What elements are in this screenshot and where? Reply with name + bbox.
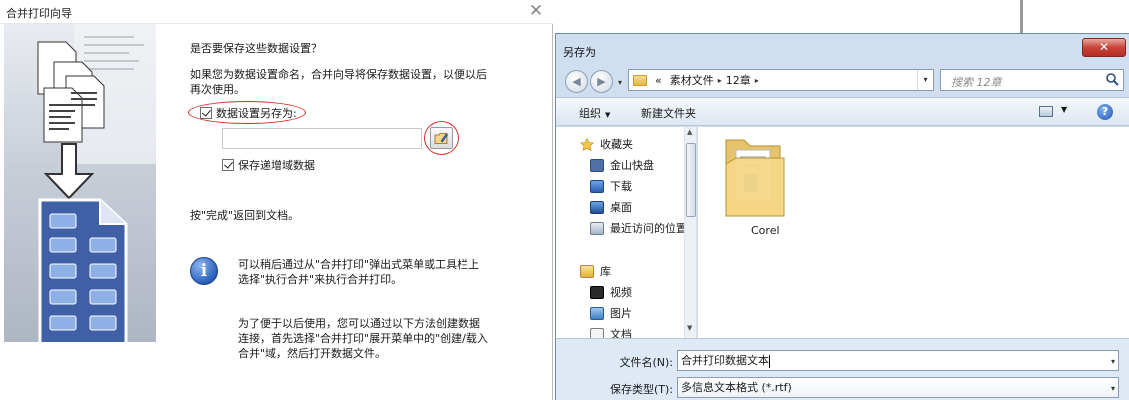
new-folder-button[interactable]: 新建文件夹 (641, 105, 696, 121)
search-box[interactable]: 搜索 12章 (940, 69, 1124, 91)
document-icon (590, 327, 604, 338)
folder-item-corel[interactable] (722, 134, 788, 225)
address-bar[interactable]: « 素材文件 ▸ 12章 ▸ ▾ ↻ (628, 69, 993, 94)
star-icon (580, 137, 594, 151)
folder-label[interactable]: Corel (751, 224, 780, 237)
breadcrumb-segment[interactable]: 素材文件 (670, 72, 714, 88)
back-button[interactable]: ◀ (565, 70, 588, 93)
incremental-row[interactable]: 保存递增域数据 (222, 157, 315, 173)
wizard-illustration (4, 24, 156, 342)
incremental-checkbox[interactable] (222, 159, 234, 171)
save-settings-checkbox[interactable] (200, 107, 212, 119)
settings-name-input[interactable] (222, 128, 422, 149)
folder-icon (633, 74, 647, 86)
text-caret (769, 354, 770, 368)
scroll-thumb[interactable] (686, 143, 696, 217)
nav-item-favorites[interactable]: 收藏夹 (580, 135, 633, 153)
save-settings-question: 是否要保存这些数据设置？ (190, 42, 322, 55)
navigation-bar: ◀ ▶ ▾ « 素材文件 ▸ 12章 ▸ ▾ ↻ 搜索 12章 (562, 67, 1124, 95)
nav-item-label: 最近访问的位置 (610, 222, 687, 235)
recent-icon (590, 221, 604, 235)
filename-value: 合并打印数据文本 (681, 354, 769, 367)
browse-button[interactable] (430, 127, 453, 149)
scroll-down-icon[interactable]: ▼ (687, 324, 692, 332)
nav-item-documents[interactable]: 文档 (590, 325, 632, 338)
video-icon (590, 285, 604, 299)
info-text-merge: 可以稍后通过从"合并打印"弹出式菜单或工具栏上选择"执行合并"来执行合并打印。 (238, 258, 480, 286)
scroll-up-icon[interactable]: ▲ (687, 128, 692, 136)
breadcrumb-separator[interactable]: ▸ (755, 76, 759, 85)
browse-folder-icon (434, 133, 448, 144)
filetype-value: 多信息文本格式 (*.rtf) (681, 381, 792, 394)
nav-item-videos[interactable]: 视频 (590, 283, 632, 301)
search-icon[interactable] (1105, 72, 1119, 86)
filename-dropdown[interactable]: ▾ (1111, 352, 1115, 371)
view-options-icon[interactable] (1039, 106, 1053, 117)
nav-item-desktop[interactable]: 桌面 (590, 198, 632, 216)
kuaipan-icon (590, 158, 604, 172)
organize-label: 组织 (579, 107, 601, 120)
save-as-dialog: 另存为 ✕ ◀ ▶ ▾ « 素材文件 ▸ 12章 ▸ ▾ ↻ 搜索 12章 组织… (555, 33, 1129, 400)
search-placeholder: 搜索 12章 (951, 76, 1002, 89)
merge-print-wizard: 合并打印向导 ✕ 是否要保存这些数据设置？ 如果您为数据设置命名，合并向导将保存… (0, 0, 553, 400)
recent-locations-dropdown[interactable]: ▾ (618, 78, 622, 87)
save-options-panel: 文件名(N): 合并打印数据文本 ▾ 保存类型(T): 多信息文本格式 (*.r… (556, 338, 1129, 400)
filetype-select[interactable]: 多信息文本格式 (*.rtf) ▾ (677, 377, 1119, 398)
help-icon[interactable]: ? (1097, 104, 1113, 120)
nav-item-label: 图片 (610, 307, 632, 320)
wizard-close-button[interactable]: ✕ (525, 1, 547, 21)
wizard-title: 合并打印向导 (6, 7, 72, 20)
nav-item-library[interactable]: 库 (580, 262, 611, 280)
library-icon (580, 264, 594, 278)
save-settings-label: 数据设置另存为: (216, 107, 297, 120)
nav-item-label: 库 (600, 265, 611, 278)
folder-icon (725, 139, 785, 217)
nav-item-pictures[interactable]: 图片 (590, 304, 632, 322)
dialog-close-button[interactable]: ✕ (1082, 38, 1126, 57)
desktop-icon (590, 200, 604, 214)
chevron-down-icon: ▼ (605, 111, 611, 119)
filename-label: 文件名(N): (619, 356, 673, 369)
info-text-connection: 为了便于以后使用，您可以通过以下方法创建数据连接，首先选择"合并打印"展开菜单中… (238, 317, 488, 360)
info-icon: i (190, 257, 218, 285)
nav-item-downloads[interactable]: 下载 (590, 177, 632, 195)
breadcrumb-separator[interactable]: ▸ (718, 76, 722, 85)
filetype-label: 保存类型(T): (609, 383, 673, 396)
nav-item-label: 文档 (610, 328, 632, 338)
save-settings-description: 如果您为数据设置命名，合并向导将保存数据设置，以便以后再次使用。 (190, 68, 487, 96)
nav-pane-scrollbar[interactable]: ▲ ▼ (684, 127, 696, 338)
download-icon (590, 179, 604, 193)
wizard-titlebar: 合并打印向导 ✕ (0, 0, 553, 24)
organize-menu[interactable]: 组织 ▼ (579, 105, 610, 121)
breadcrumb-segment[interactable]: 12章 (726, 72, 751, 88)
nav-item-label: 金山快盘 (610, 159, 654, 172)
navigation-pane: 收藏夹 金山快盘 下载 桌面 最近访问的位置 库 视频 图片 文档 ▲ ▼ (556, 127, 697, 338)
address-dropdown[interactable]: ▾ (917, 70, 933, 90)
filename-input[interactable]: 合并打印数据文本 ▾ (677, 350, 1119, 371)
chevron-down-icon[interactable]: ▾ (1111, 379, 1115, 398)
nav-item-kuaipan[interactable]: 金山快盘 (590, 156, 654, 174)
dialog-toolbar: 组织 ▼ 新建文件夹 ▼ ? (556, 97, 1129, 126)
finish-instruction: 按"完成"返回到文档。 (190, 209, 300, 222)
nav-item-label: 收藏夹 (600, 138, 633, 151)
nav-item-label: 视频 (610, 286, 632, 299)
picture-icon (590, 306, 604, 320)
nav-item-recent[interactable]: 最近访问的位置 (590, 219, 687, 237)
nav-item-label: 桌面 (610, 201, 632, 214)
forward-button[interactable]: ▶ (590, 70, 613, 93)
breadcrumb-overflow[interactable]: « (655, 74, 662, 87)
incremental-label: 保存递增域数据 (238, 159, 315, 172)
document-merge-illustration-icon (37, 24, 156, 342)
save-settings-row[interactable]: 数据设置另存为: (200, 105, 297, 121)
dialog-title: 另存为 (563, 46, 596, 59)
nav-item-label: 下载 (610, 180, 632, 193)
view-dropdown[interactable]: ▼ (1061, 105, 1067, 114)
